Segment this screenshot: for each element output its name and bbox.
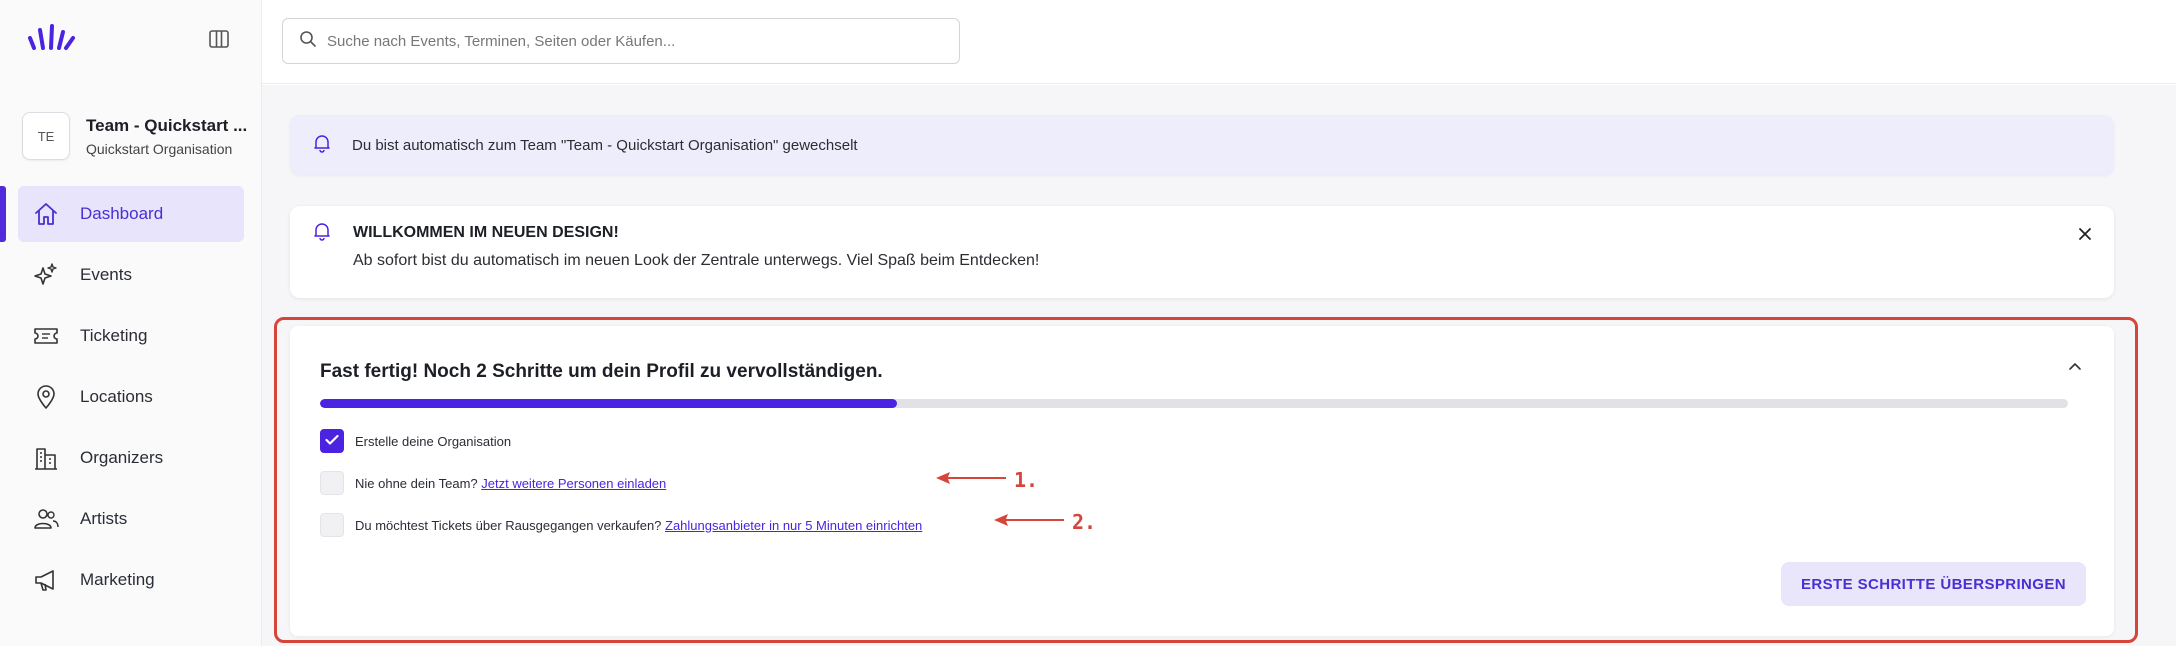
users-icon — [32, 505, 60, 533]
onboarding-step: Erstelle deine Organisation — [320, 429, 511, 453]
sidebar: TE Team - Quickstart ... Quickstart Orga… — [0, 0, 262, 646]
team-switch-notice: Du bist automatisch zum Team "Team - Qui… — [290, 115, 2114, 175]
columns-icon — [209, 29, 229, 53]
step-label: Erstelle deine Organisation — [355, 433, 512, 449]
annotation-label: 2. — [1072, 510, 1097, 534]
invite-people-link[interactable]: Jetzt weitere Personen einladen — [481, 476, 666, 491]
welcome-notice: WILLKOMMEN IM NEUEN DESIGN! Ab sofort bi… — [290, 206, 2114, 298]
sidebar-item-label: Organizers — [80, 448, 164, 467]
sidebar-item-label: Events — [80, 265, 132, 284]
search-icon — [299, 30, 317, 53]
brand-logo[interactable] — [26, 22, 78, 54]
main-content: Du bist automatisch zum Team "Team - Qui… — [262, 85, 2176, 646]
sidebar-item-label: Ticketing — [80, 326, 148, 345]
sidebar-item-events[interactable]: Events — [18, 247, 244, 303]
step-checkbox[interactable] — [320, 429, 344, 453]
progress-fill — [320, 399, 897, 408]
arrow-left-icon — [934, 470, 1008, 491]
payment-provider-link[interactable]: Zahlungsanbieter in nur 5 Minuten einric… — [665, 518, 922, 533]
sidebar-item-dashboard[interactable]: Dashboard — [0, 186, 244, 242]
sidebar-item-label: Marketing — [80, 570, 155, 589]
building-icon — [32, 444, 60, 472]
sparkles-icon — [32, 261, 60, 289]
annotation-label: 1. — [1014, 468, 1039, 492]
team-avatar: TE — [22, 112, 70, 160]
sidebar-item-marketing[interactable]: Marketing — [18, 552, 244, 608]
notice-title: WILLKOMMEN IM NEUEN DESIGN! — [353, 224, 619, 241]
sidebar-item-ticketing[interactable]: Ticketing — [18, 308, 244, 364]
step-label: Nie ohne dein Team? Jetzt weitere Person… — [355, 475, 667, 491]
sidebar-nav: Dashboard Events Ticketing Locations Org… — [0, 186, 262, 613]
bell-icon — [312, 133, 332, 158]
chevron-up-icon — [2068, 358, 2082, 376]
close-icon — [2078, 227, 2092, 246]
sidebar-item-label: Dashboard — [80, 204, 164, 223]
notice-message: Du bist automatisch zum Team "Team - Qui… — [352, 136, 858, 154]
sidebar-item-locations[interactable]: Locations — [18, 369, 244, 425]
sidebar-item-label: Locations — [80, 387, 153, 406]
team-name: Team - Quickstart ... — [86, 115, 248, 135]
annotation-arrow-2: 2. — [992, 510, 1096, 534]
close-notice-button[interactable] — [2074, 225, 2096, 247]
step-checkbox[interactable] — [320, 471, 344, 495]
onboarding-step: Nie ohne dein Team? Jetzt weitere Person… — [320, 471, 666, 495]
arrow-left-icon — [992, 512, 1066, 533]
collapse-card-button[interactable] — [2064, 356, 2086, 378]
skip-onboarding-button[interactable]: ERSTE SCHRITTE ÜBERSPRINGEN — [1781, 562, 2086, 606]
map-pin-icon — [32, 383, 60, 411]
top-bar — [262, 0, 2176, 84]
sidebar-item-organizers[interactable]: Organizers — [18, 430, 244, 486]
search-box[interactable] — [282, 18, 960, 64]
sidebar-toggle-button[interactable] — [206, 29, 232, 53]
check-icon — [325, 434, 339, 449]
step-label: Du möchtest Tickets über Rausgegangen ve… — [355, 517, 923, 533]
annotation-arrow-1: 1. — [934, 468, 1038, 492]
onboarding-progress-bar — [320, 399, 2068, 408]
team-switcher[interactable]: TE Team - Quickstart ... Quickstart Orga… — [22, 110, 252, 162]
sidebar-item-artists[interactable]: Artists — [18, 491, 244, 547]
onboarding-title: Fast fertig! Noch 2 Schritte um dein Pro… — [320, 361, 883, 382]
bell-icon — [312, 221, 332, 246]
ticket-icon — [32, 322, 60, 350]
onboarding-step: Du möchtest Tickets über Rausgegangen ve… — [320, 513, 922, 537]
sidebar-item-label: Artists — [80, 509, 128, 528]
onboarding-card: Fast fertig! Noch 2 Schritte um dein Pro… — [290, 326, 2114, 636]
step-checkbox[interactable] — [320, 513, 344, 537]
notice-body: Ab sofort bist du automatisch im neuen L… — [353, 252, 1040, 269]
search-input[interactable] — [327, 32, 927, 50]
team-organisation: Quickstart Organisation — [86, 140, 233, 157]
home-icon — [32, 200, 60, 228]
megaphone-icon — [32, 566, 60, 594]
